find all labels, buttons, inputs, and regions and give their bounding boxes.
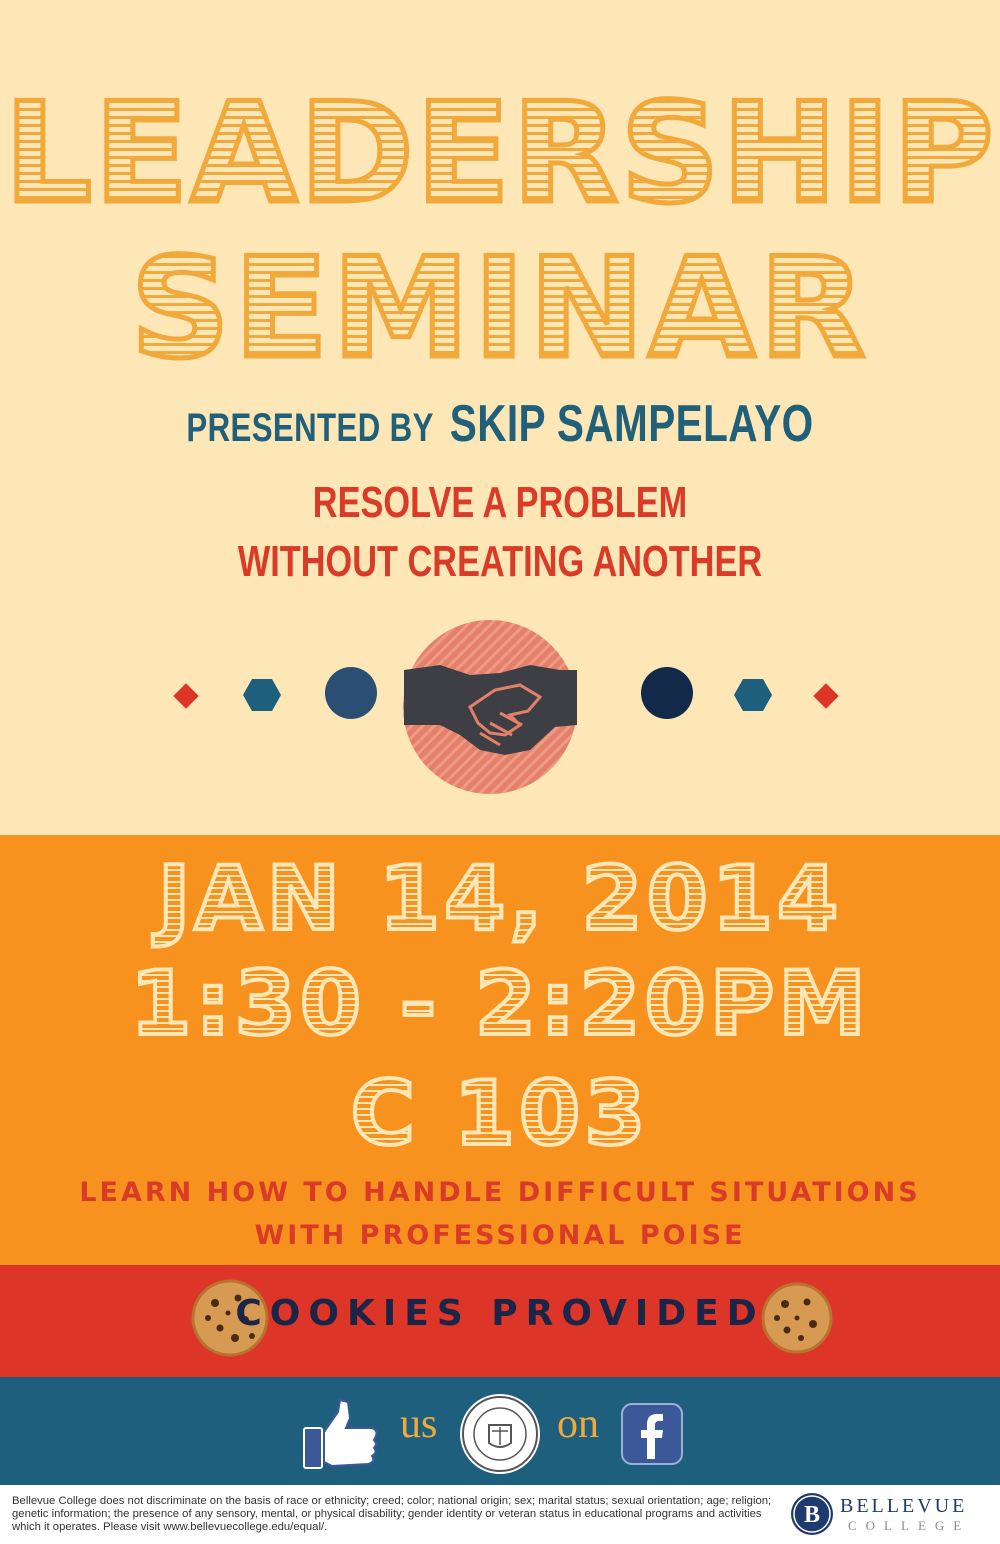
on-text: on — [557, 1401, 599, 1447]
us-text: us — [400, 1401, 438, 1447]
facebook-icon[interactable] — [621, 1403, 683, 1465]
event-time: 1:30 - 2:20PM — [0, 958, 1000, 1050]
handshake-icon — [403, 620, 577, 794]
diamond-left — [173, 683, 199, 709]
title-line-2: SEMINAR — [0, 237, 1000, 380]
ornament-row — [173, 620, 839, 794]
college-seal-icon — [460, 1394, 540, 1474]
description-line-1: LEARN HOW TO HANDLE DIFFICULT SITUATIONS — [79, 1177, 921, 1208]
non-discrimination-disclaimer: Bellevue College does not discriminate o… — [12, 1495, 772, 1533]
description-line-2: WITH PROFESSIONAL POISE — [254, 1220, 746, 1251]
diamond-right — [813, 683, 839, 709]
title-line-1: LEADERSHIP — [0, 82, 1000, 225]
logo-letter: B — [804, 1502, 820, 1528]
presented-by-label: PRESENTED BY — [186, 406, 434, 450]
event-room: C 103 — [0, 1068, 1000, 1160]
cookies-provided-text: COOKIES PROVIDED — [235, 1293, 765, 1334]
circle-left — [325, 667, 377, 719]
cookie-icon — [761, 1282, 833, 1354]
thumbs-up-icon[interactable] — [302, 1398, 380, 1470]
event-date: JAN 14, 2014 — [0, 853, 1000, 945]
hexagon-left — [243, 679, 281, 711]
tagline-line-1: RESOLVE A PROBLEM — [312, 478, 688, 527]
presenter-name: SKIP SAMPELAYO — [449, 395, 814, 453]
college-subtitle: COLLEGE — [848, 1518, 971, 1533]
presenter-line: PRESENTED BY SKIP SAMPELAYO — [110, 394, 890, 454]
hexagon-right — [734, 679, 772, 711]
bellevue-college-logo-icon: B — [791, 1493, 833, 1535]
tagline-line-2: WITHOUT CREATING ANOTHER — [237, 537, 763, 586]
college-name: BELLEVUE — [840, 1495, 968, 1517]
circle-right — [641, 667, 693, 719]
